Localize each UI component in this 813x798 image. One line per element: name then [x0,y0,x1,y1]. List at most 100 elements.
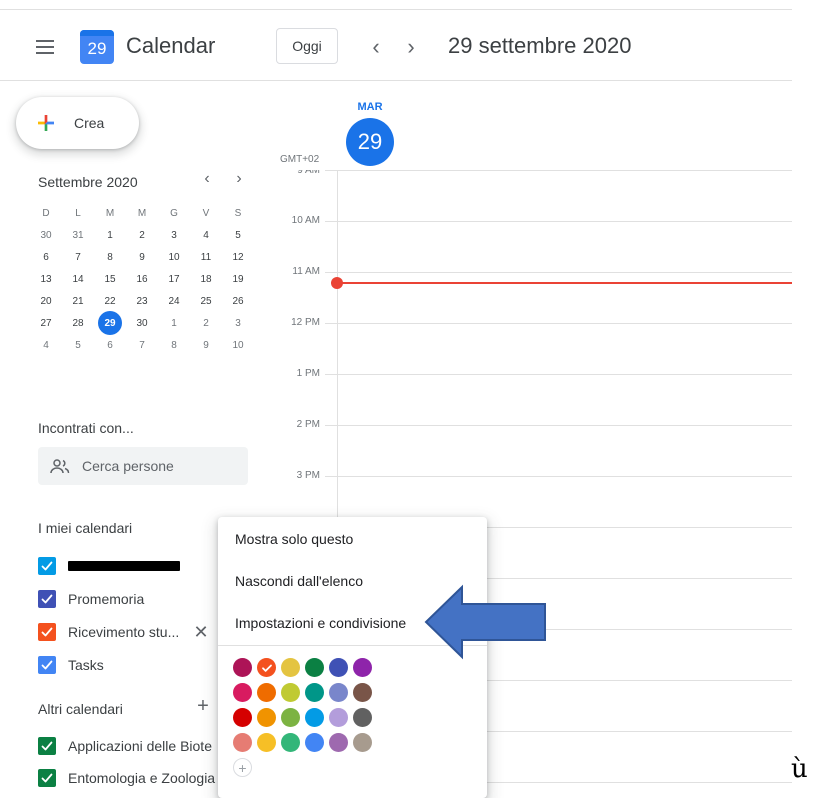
mini-calendar-title: Settembre 2020 [38,174,138,190]
mini-calendar-day[interactable]: 30 [126,312,158,334]
color-swatch[interactable] [329,683,348,702]
color-swatch[interactable] [305,708,324,727]
calendar-item[interactable]: Ricevimento stu... [38,621,179,643]
mini-calendar-day[interactable]: 27 [30,312,62,334]
mini-calendar-day[interactable]: 23 [126,290,158,312]
color-swatch[interactable] [329,733,348,752]
mini-calendar-day[interactable]: 21 [62,290,94,312]
hour-line [325,323,792,324]
color-swatch[interactable] [353,683,372,702]
menu-item-show-only-this[interactable]: Mostra solo questo [218,519,487,559]
mini-calendar-day[interactable]: 29 [94,311,126,335]
mini-calendar-day[interactable]: 14 [62,268,94,290]
color-swatch[interactable] [233,683,252,702]
hour-label: 2 PM [296,419,320,430]
mini-calendar-day[interactable]: 30 [30,224,62,246]
mini-calendar-day[interactable]: 6 [94,334,126,356]
mini-calendar-day[interactable]: 6 [30,246,62,268]
color-swatch[interactable] [353,658,372,677]
color-swatch[interactable] [257,733,276,752]
mini-calendar-day[interactable]: 3 [158,224,190,246]
checkbox-checked-icon[interactable] [38,769,56,787]
mini-calendar-day[interactable]: 8 [158,334,190,356]
color-swatch[interactable] [281,733,300,752]
mini-calendar-day[interactable]: 18 [190,268,222,290]
mini-calendar-day[interactable]: 9 [126,246,158,268]
color-swatch[interactable] [305,733,324,752]
weekday-header: D [42,207,50,219]
color-swatch[interactable] [353,733,372,752]
next-day-button[interactable]: › [401,34,421,60]
mini-calendar-day[interactable]: 16 [126,268,158,290]
color-swatch[interactable] [281,683,300,702]
mini-prev-month-button[interactable]: ‹ [199,170,215,188]
mini-calendar-day[interactable]: 13 [30,268,62,290]
color-swatch[interactable] [233,733,252,752]
mini-calendar-day[interactable]: 9 [190,334,222,356]
day-weekday-label: MAR [357,101,383,113]
color-swatch[interactable] [305,683,324,702]
mini-calendar-day[interactable]: 1 [158,312,190,334]
mini-calendar-day[interactable]: 20 [30,290,62,312]
color-swatch[interactable] [305,658,324,677]
color-swatch[interactable] [329,658,348,677]
mini-calendar-day[interactable]: 19 [222,268,254,290]
calendar-item[interactable]: Entomologia e Zoologia [38,767,215,789]
mini-next-month-button[interactable]: › [231,170,247,188]
hour-line [325,272,792,273]
previous-day-button[interactable]: ‹ [366,34,386,60]
today-button[interactable]: Oggi [276,28,338,64]
color-swatch[interactable] [353,708,372,727]
mini-calendar-day[interactable]: 3 [222,312,254,334]
mini-calendar-day[interactable]: 7 [62,246,94,268]
color-swatch[interactable] [281,708,300,727]
weekday-header: G [170,207,178,219]
checkbox-checked-icon[interactable] [38,590,56,608]
color-swatch[interactable] [257,708,276,727]
add-calendar-icon[interactable]: + [194,695,212,718]
calendar-item[interactable]: Promemoria [38,588,144,610]
mini-calendar-day[interactable]: 10 [158,246,190,268]
mini-calendar-day[interactable]: 26 [222,290,254,312]
color-swatch[interactable] [281,658,300,677]
mini-calendar-day[interactable]: 4 [30,334,62,356]
color-swatch[interactable] [233,708,252,727]
search-people-input[interactable]: Cerca persone [38,447,248,485]
mini-calendar-day[interactable]: 2 [126,224,158,246]
create-button[interactable]: Crea [16,97,139,149]
unsubscribe-close-icon[interactable]: ✕ [192,622,210,643]
mini-calendar-day[interactable]: 24 [158,290,190,312]
mini-calendar-day[interactable]: 1 [94,224,126,246]
mini-calendar-day[interactable]: 31 [62,224,94,246]
color-swatch[interactable] [257,683,276,702]
mini-calendar-day[interactable]: 5 [62,334,94,356]
day-number-button[interactable]: 29 [346,118,394,166]
color-swatch[interactable] [233,658,252,677]
calendar-item[interactable]: Tasks [38,654,104,676]
calendar-item[interactable] [38,555,180,577]
mini-calendar-day[interactable]: 10 [222,334,254,356]
checkbox-checked-icon[interactable] [38,557,56,575]
mini-calendar-day[interactable]: 4 [190,224,222,246]
mini-calendar-day[interactable]: 15 [94,268,126,290]
checkbox-checked-icon[interactable] [38,656,56,674]
mini-calendar-day[interactable]: 25 [190,290,222,312]
add-custom-color-button[interactable]: + [233,758,252,777]
stray-character: ù [791,754,808,784]
mini-calendar-day[interactable]: 17 [158,268,190,290]
mini-calendar-day[interactable]: 2 [190,312,222,334]
checkbox-checked-icon[interactable] [38,737,56,755]
color-swatch[interactable] [257,658,276,677]
mini-calendar-day[interactable]: 7 [126,334,158,356]
mini-calendar-day[interactable]: 5 [222,224,254,246]
checkbox-checked-icon[interactable] [38,623,56,641]
mini-calendar-day[interactable]: 8 [94,246,126,268]
mini-calendar-day[interactable]: 28 [62,312,94,334]
app-title: Calendar [126,33,216,58]
main-menu-icon[interactable] [36,40,54,54]
mini-calendar-day[interactable]: 12 [222,246,254,268]
color-swatch[interactable] [329,708,348,727]
mini-calendar-day[interactable]: 22 [94,290,126,312]
calendar-item[interactable]: Applicazioni delle Biote [38,735,212,757]
mini-calendar-day[interactable]: 11 [190,246,222,268]
